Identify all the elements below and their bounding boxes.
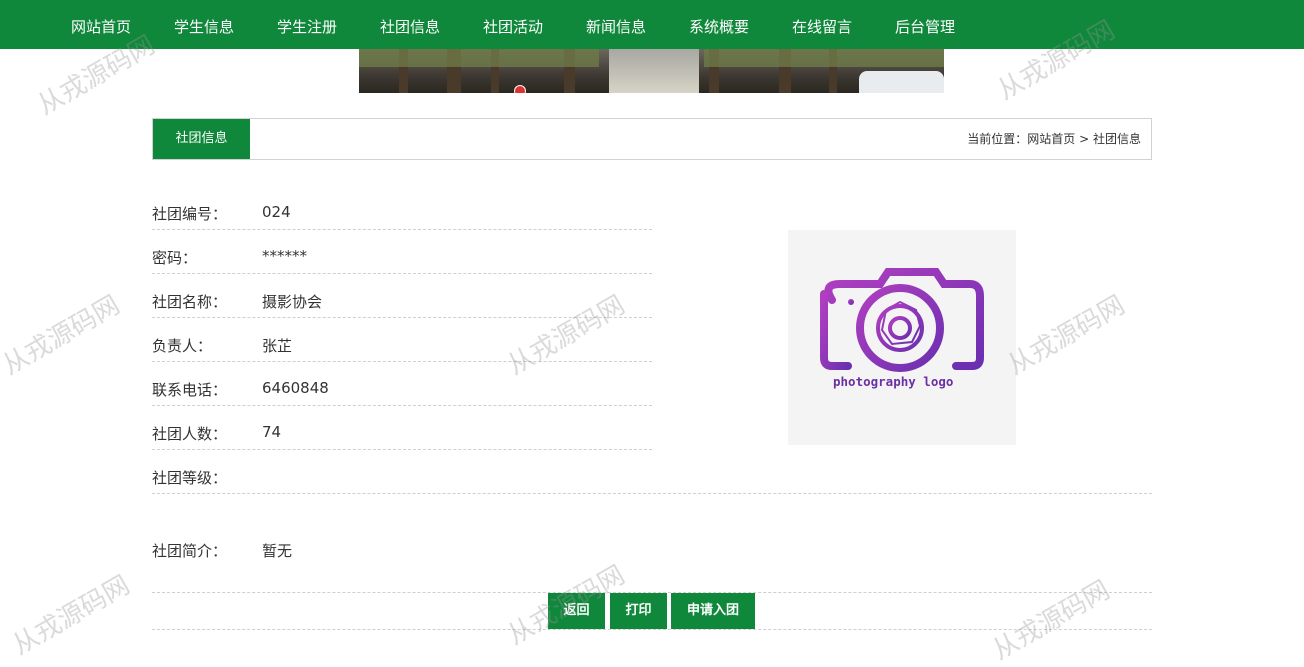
section-title: 社团信息: [153, 119, 250, 159]
banner-image: [359, 49, 944, 93]
field-label: 社团简介：: [152, 542, 228, 560]
field-label: 社团人数：: [152, 425, 228, 443]
nav-home[interactable]: 网站首页: [71, 0, 131, 49]
field-label: 社团等级：: [152, 469, 228, 487]
nav-club-activities[interactable]: 社团活动: [483, 0, 543, 49]
back-button[interactable]: 返回: [548, 593, 605, 629]
field-value: 6460848: [262, 379, 329, 397]
nav-system-overview[interactable]: 系统概要: [689, 0, 749, 49]
banner-road-sign: [514, 85, 526, 93]
field-value: 摄影协会: [262, 293, 323, 311]
watermark: 从戎源码网: [1002, 290, 1131, 382]
field-label: 联系电话：: [152, 381, 228, 399]
watermark: 从戎源码网: [987, 575, 1116, 667]
camera-logo-icon: [820, 268, 984, 372]
breadcrumb-prefix: 当前位置：: [967, 132, 1028, 146]
field-label: 社团名称：: [152, 293, 228, 311]
nav-student-register[interactable]: 学生注册: [277, 0, 337, 49]
detail-row-introduction: 社团简介： 暂无: [152, 522, 1152, 566]
field-value: 暂无: [262, 542, 293, 560]
nav-student-info[interactable]: 学生信息: [174, 0, 234, 49]
banner-road: [609, 49, 699, 93]
field-value: 024: [262, 203, 291, 221]
detail-row-club-name: 社团名称： 摄影协会: [152, 273, 652, 318]
detail-row-club-id: 社团编号： 024: [152, 185, 652, 230]
nav-guestbook[interactable]: 在线留言: [792, 0, 852, 49]
detail-row-club-level: 社团等级：: [152, 449, 1152, 494]
top-navbar: 网站首页 学生信息 学生注册 社团信息 社团活动 新闻信息 系统概要 在线留言 …: [0, 0, 1304, 49]
apply-join-button[interactable]: 申请入团: [671, 593, 755, 629]
detail-row-phone: 联系电话： 6460848: [152, 361, 652, 406]
breadcrumb-current: 社团信息: [1092, 132, 1141, 146]
breadcrumb-separator: >: [1079, 132, 1090, 146]
banner-foliage: [359, 49, 599, 67]
nav-news[interactable]: 新闻信息: [586, 0, 646, 49]
print-button[interactable]: 打印: [610, 593, 667, 629]
nav-admin[interactable]: 后台管理: [895, 0, 955, 49]
breadcrumb-home-link[interactable]: 网站首页: [1027, 132, 1075, 146]
watermark: 从戎源码网: [0, 290, 126, 382]
field-value: ******: [262, 247, 307, 265]
field-value: 张芷: [262, 337, 293, 355]
nav-club-info[interactable]: 社团信息: [380, 0, 440, 49]
photo-caption: photography logo: [833, 374, 954, 389]
field-label: 负责人：: [152, 337, 213, 355]
field-label: 社团编号：: [152, 205, 228, 223]
banner-car: [859, 71, 944, 93]
field-label: 密码：: [152, 249, 198, 267]
watermark: 从戎源码网: [7, 570, 136, 662]
breadcrumb: 当前位置：网站首页 > 社团信息: [967, 119, 1141, 159]
field-value: 74: [262, 423, 282, 441]
divider: [152, 629, 1152, 630]
detail-row-password: 密码： ******: [152, 229, 652, 274]
section-title-bar: 社团信息 当前位置：网站首页 > 社团信息: [152, 118, 1152, 160]
detail-row-leader: 负责人： 张芷: [152, 317, 652, 362]
banner-foliage: [704, 49, 944, 67]
detail-row-member-count: 社团人数： 74: [152, 405, 652, 450]
club-photo: photography logo: [788, 230, 1016, 445]
